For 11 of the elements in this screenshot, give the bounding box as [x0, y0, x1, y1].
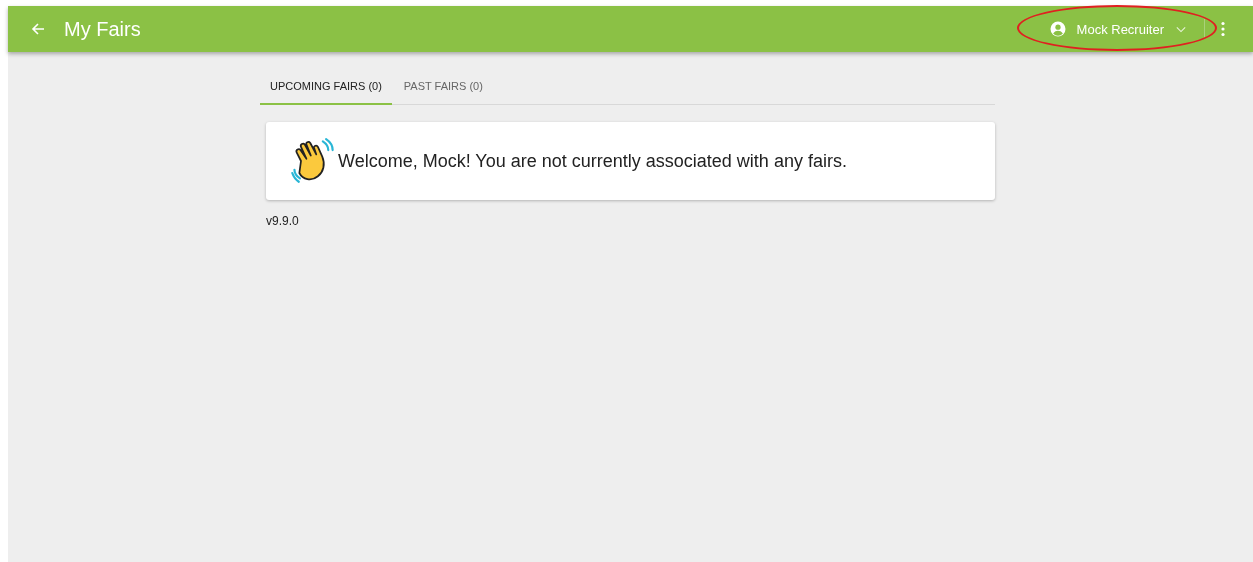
- tab[interactable]: PAST FAIRS (0): [393, 68, 493, 105]
- back-arrow-icon[interactable]: [30, 21, 46, 37]
- chevron-down-icon: [1176, 25, 1186, 33]
- waving-hand-icon: [290, 137, 336, 185]
- version-label: v9.9.0: [266, 214, 300, 228]
- account-icon: [1048, 20, 1067, 38]
- user-name: Mock Recruiter: [1076, 21, 1164, 37]
- page-title: My Fairs: [64, 17, 141, 41]
- more-options-icon[interactable]: [1221, 21, 1225, 37]
- tab[interactable]: UPCOMING FAIRS (0): [260, 68, 392, 105]
- welcome-message: Welcome, Mock! You are not currently associated with any fairs.: [338, 150, 847, 172]
